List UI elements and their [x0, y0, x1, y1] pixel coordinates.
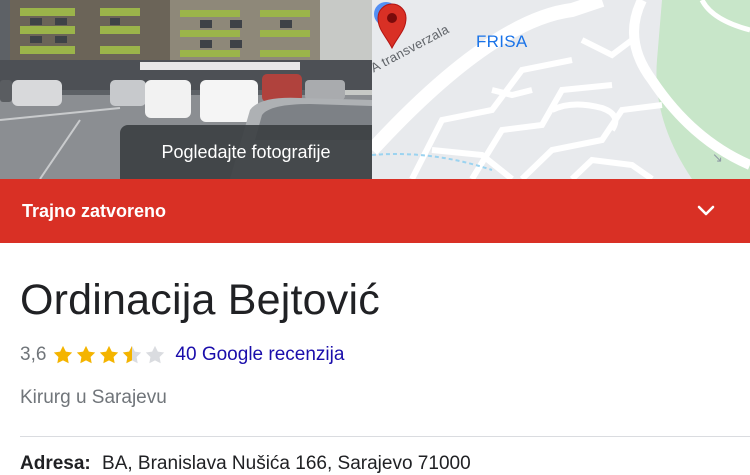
map-place-label[interactable]: FRISA [476, 32, 528, 52]
rating-row: 3,6 40 Google recenzija [20, 343, 344, 367]
map-illustration [372, 0, 750, 179]
map-thumbnail[interactable]: A transverzala FRISA ↘ [372, 0, 750, 179]
rating-value: 3,6 [20, 344, 47, 365]
map-direction-arrow-icon: ↘ [712, 150, 723, 165]
view-photos-button[interactable]: Pogledajte fotografije [120, 125, 372, 179]
half-star-icon [121, 344, 143, 366]
business-name: Ordinacija Bejtović [20, 276, 380, 324]
status-banner[interactable]: Trajno zatvoreno [0, 179, 750, 243]
star-icon [75, 344, 97, 366]
media-header: Pogledajte fotografije A transverzala FR… [0, 0, 750, 179]
empty-star-icon [144, 344, 166, 366]
star-rating [52, 344, 167, 366]
street-view-photo[interactable]: Pogledajte fotografije [0, 0, 372, 179]
star-icon [52, 344, 74, 366]
address-value[interactable]: BA, Branislava Nušića 166, Sarajevo 7100… [102, 453, 471, 474]
reviews-link[interactable]: 40 Google recenzija [175, 344, 344, 366]
chevron-down-icon[interactable] [696, 201, 716, 221]
status-label: Trajno zatvoreno [22, 200, 167, 221]
business-category: Kirurg u Sarajevu [20, 387, 167, 408]
address-row: Adresa: BA, Branislava Nušića 166, Saraj… [20, 453, 471, 475]
star-icon [98, 344, 120, 366]
divider [20, 436, 750, 437]
address-label: Adresa: [20, 453, 91, 474]
map-pin-icon[interactable] [372, 0, 412, 50]
